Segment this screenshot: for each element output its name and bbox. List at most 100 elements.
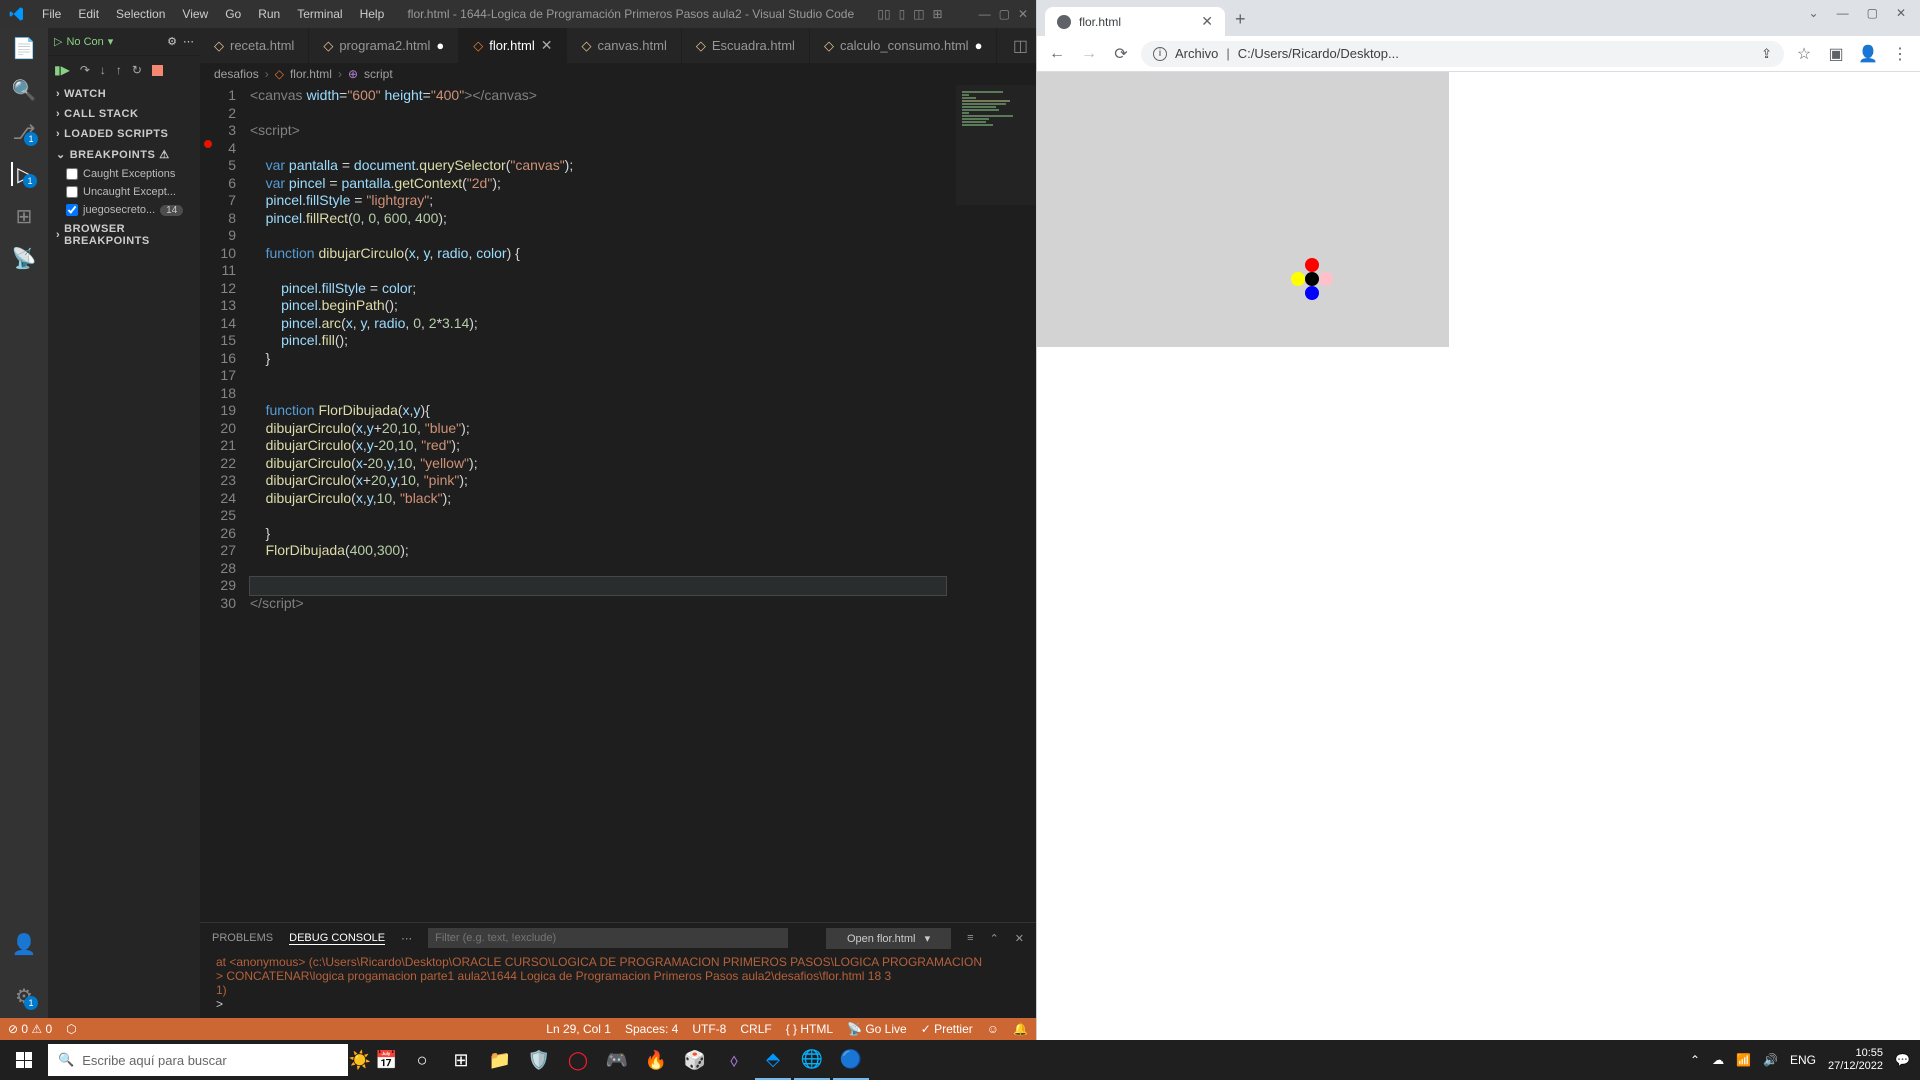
tab-canvas[interactable]: ◇canvas.html bbox=[567, 28, 681, 63]
layout-icon[interactable]: ▯▯ bbox=[877, 7, 890, 21]
menu-file[interactable]: File bbox=[34, 7, 69, 21]
menu-selection[interactable]: Selection bbox=[108, 7, 173, 21]
run-debug-icon[interactable]: ▷1 bbox=[11, 162, 35, 186]
section-browser-bp[interactable]: › BROWSER BREAKPOINTS bbox=[48, 219, 200, 251]
task-app-icon[interactable]: 🎲 bbox=[677, 1040, 713, 1080]
status-golive[interactable]: 📡 Go Live bbox=[847, 1022, 907, 1036]
task-vscode-icon[interactable]: ⬘ bbox=[755, 1040, 791, 1080]
forward-button[interactable]: → bbox=[1077, 45, 1101, 63]
minimize-icon[interactable]: — bbox=[979, 7, 991, 21]
address-bar[interactable]: i Archivo | C:/Users/Ricardo/Desktop... … bbox=[1141, 41, 1784, 67]
bp-caught[interactable]: Caught Exceptions bbox=[48, 165, 200, 183]
gear-icon[interactable]: ⚙ bbox=[167, 35, 177, 48]
task-app-icon[interactable]: 🔥 bbox=[638, 1040, 674, 1080]
browser-tab[interactable]: flor.html ✕ bbox=[1045, 7, 1225, 36]
breadcrumb[interactable]: desafios› ◇flor.html› ⊕script bbox=[200, 63, 1036, 85]
continue-icon[interactable]: ▮▶ bbox=[54, 63, 70, 77]
more-icon[interactable]: ⋯ bbox=[401, 932, 412, 945]
panel-debug-console[interactable]: DEBUG CONSOLE bbox=[289, 932, 385, 945]
menu-run[interactable]: Run bbox=[250, 7, 288, 21]
task-view-icon[interactable]: ⊞ bbox=[443, 1040, 479, 1080]
close-icon[interactable]: ✕ bbox=[1896, 6, 1906, 20]
account-icon[interactable]: 👤 bbox=[12, 932, 36, 956]
tray-lang[interactable]: ENG bbox=[1790, 1053, 1816, 1067]
code-editor[interactable]: 1234567891011121314151617181920212223242… bbox=[200, 85, 1036, 922]
menu-go[interactable]: Go bbox=[217, 7, 249, 21]
bp-file[interactable]: juegosecreto...14 bbox=[48, 201, 200, 219]
close-icon[interactable]: ✕ bbox=[1018, 7, 1028, 21]
layout-icon[interactable]: ◫ bbox=[913, 7, 924, 21]
status-eol[interactable]: CRLF bbox=[740, 1022, 771, 1036]
new-tab-button[interactable]: + bbox=[1225, 3, 1256, 36]
close-tab-icon[interactable]: ✕ bbox=[1201, 13, 1213, 30]
tray-volume-icon[interactable]: 🔊 bbox=[1763, 1053, 1778, 1067]
task-opera-icon[interactable]: ◯ bbox=[560, 1040, 596, 1080]
start-button[interactable] bbox=[0, 1040, 48, 1080]
status-errors[interactable]: ⊘ 0 ⚠ 0 bbox=[8, 1022, 52, 1036]
tab-receta[interactable]: ◇receta.html bbox=[200, 28, 309, 63]
source-control-icon[interactable]: ⎇1 bbox=[12, 120, 36, 144]
filter-input[interactable] bbox=[428, 928, 788, 948]
menu-terminal[interactable]: Terminal bbox=[289, 7, 350, 21]
layout-icon[interactable]: ▯ bbox=[899, 7, 906, 21]
stop-icon[interactable] bbox=[152, 65, 163, 76]
status-bell-icon[interactable]: 🔔 bbox=[1013, 1022, 1028, 1036]
liveserver-icon[interactable]: 📡 bbox=[12, 246, 36, 270]
status-encoding[interactable]: UTF-8 bbox=[692, 1022, 726, 1036]
profile-icon[interactable]: 👤 bbox=[1856, 44, 1880, 64]
extensions-icon[interactable]: ⊞ bbox=[12, 204, 36, 228]
step-into-icon[interactable]: ↓ bbox=[100, 63, 106, 77]
menu-view[interactable]: View bbox=[174, 7, 216, 21]
status-feedback-icon[interactable]: ☺ bbox=[987, 1022, 999, 1036]
status-ln[interactable]: Ln 29, Col 1 bbox=[546, 1022, 611, 1036]
tray-clock[interactable]: 10:55 27/12/2022 bbox=[1828, 1047, 1883, 1073]
task-chrome-icon[interactable]: 🔵 bbox=[833, 1040, 869, 1080]
clear-icon[interactable]: ≡ bbox=[967, 932, 973, 944]
split-icon[interactable]: ◫ bbox=[1005, 28, 1036, 63]
share-icon[interactable]: ⇪ bbox=[1761, 46, 1772, 62]
section-breakpoints[interactable]: ⌄ BREAKPOINTS ⚠ bbox=[48, 144, 200, 165]
run-config-select[interactable]: ▷ No Con ▾ bbox=[54, 35, 113, 48]
chevron-down-icon[interactable]: ⌄ bbox=[1809, 6, 1819, 20]
section-watch[interactable]: › WATCH bbox=[48, 84, 200, 104]
section-loaded[interactable]: › LOADED SCRIPTS bbox=[48, 124, 200, 144]
task-vs-icon[interactable]: ⬨ bbox=[716, 1040, 752, 1080]
maximize-icon[interactable]: ▢ bbox=[999, 7, 1010, 21]
explorer-icon[interactable]: 📄 bbox=[12, 36, 36, 60]
tab-calculo[interactable]: ◇calculo_consumo.html ● bbox=[810, 28, 997, 63]
minimize-icon[interactable]: — bbox=[1837, 6, 1849, 20]
tab-programa2[interactable]: ◇programa2.html ● bbox=[309, 28, 459, 63]
launch-select[interactable]: Open flor.html ▾ bbox=[826, 928, 951, 949]
settings-icon[interactable]: ⚙1 bbox=[12, 984, 36, 1008]
more-icon[interactable]: ⋯ bbox=[183, 35, 194, 48]
task-cortana-icon[interactable]: ○ bbox=[404, 1040, 440, 1080]
status-port[interactable]: ⬡ bbox=[66, 1022, 76, 1036]
restart-icon[interactable]: ↻ bbox=[132, 63, 142, 77]
tab-flor[interactable]: ◇flor.html ✕ bbox=[459, 28, 567, 63]
sidepanel-icon[interactable]: ▣ bbox=[1824, 44, 1848, 64]
task-explorer-icon[interactable]: 📁 bbox=[482, 1040, 518, 1080]
menu-edit[interactable]: Edit bbox=[70, 7, 107, 21]
reload-button[interactable]: ⟳ bbox=[1109, 44, 1133, 64]
tray-notifications-icon[interactable]: 💬 bbox=[1895, 1053, 1910, 1067]
step-out-icon[interactable]: ↑ bbox=[116, 63, 122, 77]
task-app-icon[interactable]: 🎮 bbox=[599, 1040, 635, 1080]
back-button[interactable]: ← bbox=[1045, 45, 1069, 63]
close-tab-icon[interactable]: ✕ bbox=[541, 37, 553, 54]
bookmark-icon[interactable]: ☆ bbox=[1792, 44, 1816, 64]
close-panel-icon[interactable]: ✕ bbox=[1015, 932, 1024, 945]
collapse-icon[interactable]: ⌃ bbox=[990, 932, 999, 945]
task-app-icon[interactable]: 🛡️ bbox=[521, 1040, 557, 1080]
tab-escuadra[interactable]: ◇Escuadra.html bbox=[682, 28, 810, 63]
bp-uncaught[interactable]: Uncaught Except... bbox=[48, 183, 200, 201]
status-prettier[interactable]: ✓ Prettier bbox=[921, 1022, 973, 1036]
menu-icon[interactable]: ⋮ bbox=[1888, 44, 1912, 64]
task-edge-icon[interactable]: 🌐 bbox=[794, 1040, 830, 1080]
status-lang[interactable]: { } HTML bbox=[786, 1022, 833, 1036]
search-icon[interactable]: 🔍 bbox=[12, 78, 36, 102]
taskbar-search[interactable]: 🔍 Escribe aquí para buscar bbox=[48, 1044, 348, 1076]
info-icon[interactable]: i bbox=[1153, 47, 1167, 61]
tray-chevron-icon[interactable]: ⌃ bbox=[1690, 1053, 1700, 1067]
status-spaces[interactable]: Spaces: 4 bbox=[625, 1022, 678, 1036]
step-over-icon[interactable]: ↷ bbox=[80, 63, 90, 77]
